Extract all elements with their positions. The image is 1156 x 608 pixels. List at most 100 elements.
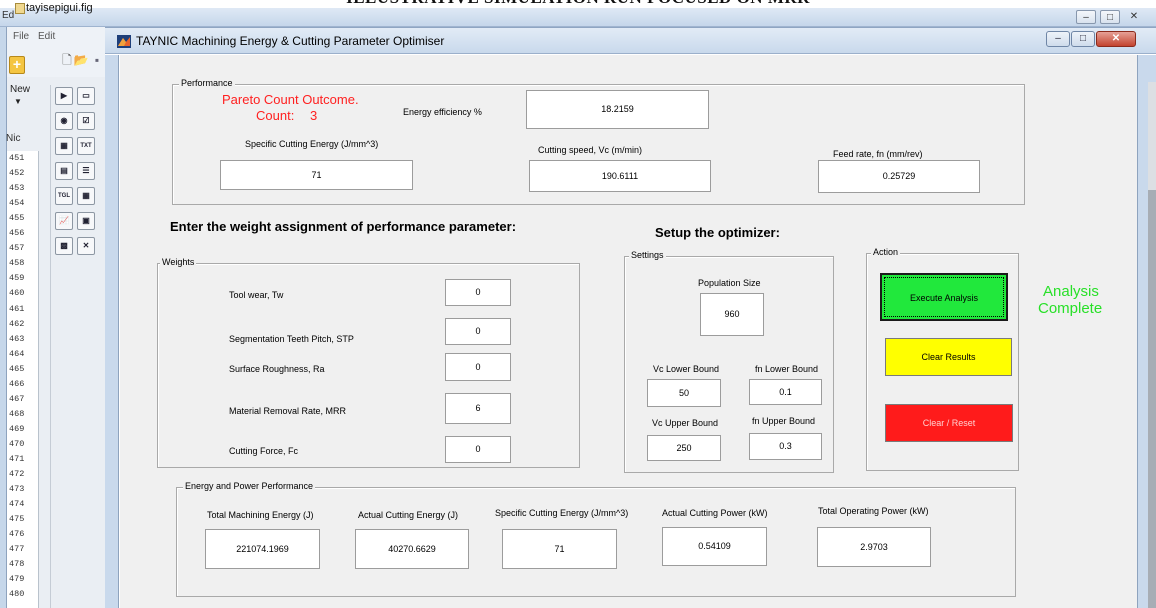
feed-rate-field[interactable]: 0.25729 (818, 160, 980, 193)
line-number: 454 (9, 198, 25, 209)
actual-cutting-power-label: Actual Cutting Power (kW) (662, 508, 768, 518)
line-number: 477 (9, 544, 25, 555)
total-operating-power-field[interactable]: 2.9703 (817, 527, 931, 567)
line-number: 468 (9, 408, 25, 419)
line-number-gutter: 451 452 453 454 455 456 457 458 459 460 461 462 463 4… (7, 151, 39, 608)
line-number: 462 (9, 318, 25, 329)
button-group-icon[interactable]: ▩ (55, 237, 73, 255)
toggle-button-icon[interactable]: TGL (55, 187, 73, 205)
material-removal-rate-input[interactable]: 6 (445, 393, 511, 424)
line-number: 455 (9, 213, 25, 224)
static-text-icon[interactable]: TXT (77, 137, 95, 155)
line-number: 453 (9, 183, 25, 194)
vc-lower-bound-input[interactable]: 50 (647, 379, 721, 407)
panel-icon[interactable]: ▣ (77, 212, 95, 230)
pareto-count-row: Count: 3 (256, 108, 317, 123)
scrollbar-thumb[interactable] (1148, 190, 1156, 608)
line-number: 474 (9, 499, 25, 510)
vc-upper-bound-input[interactable]: 250 (647, 435, 721, 461)
app-close-icon[interactable]: ✕ (1096, 31, 1136, 47)
clear-reset-button[interactable]: Clear / Reset (885, 404, 1013, 442)
guide-window-title: tayisepigui.fig (26, 2, 93, 14)
slider-icon[interactable]: ▭ (77, 87, 95, 105)
total-machining-energy-label: Total Machining Energy (J) (207, 510, 314, 520)
guide-window-titlebar[interactable] (0, 8, 1156, 27)
analysis-status-line1: Analysis (1043, 283, 1099, 300)
actual-cutting-energy-field[interactable]: 40270.6629 (355, 529, 469, 569)
popup-menu-icon[interactable]: ▤ (55, 162, 73, 180)
new-label[interactable]: New (10, 84, 30, 95)
close-icon[interactable]: ✕ (1124, 10, 1144, 24)
segmentation-teeth-pitch-input[interactable]: 0 (445, 318, 511, 345)
cutting-force-input[interactable]: 0 (445, 436, 511, 463)
guide-corner-label: Ed (2, 10, 15, 21)
line-number: 456 (9, 228, 25, 239)
weights-panel: Weights (157, 257, 580, 468)
axes-icon[interactable]: 📈 (55, 212, 73, 230)
pareto-outcome-label: Pareto Count Outcome. (222, 92, 359, 107)
pareto-count-label: Count: (256, 108, 295, 123)
line-number: 479 (9, 574, 25, 585)
clear-results-button[interactable]: Clear Results (885, 338, 1012, 376)
tool-wear-input[interactable]: 0 (445, 279, 511, 306)
line-number: 464 (9, 348, 25, 359)
cutting-speed-label: Cutting speed, Vc (m/min) (538, 145, 643, 155)
pareto-count-value: 3 (309, 108, 318, 123)
cutting-speed-field[interactable]: 190.6111 (529, 160, 711, 192)
guide-menubar: File Edit (7, 27, 105, 47)
energy-power-panel-title: Energy and Power Performance (183, 481, 316, 491)
table-icon[interactable]: ▦ (77, 187, 95, 205)
check-box-icon[interactable]: ☑ (77, 112, 95, 130)
line-number: 473 (9, 484, 25, 495)
line-number: 467 (9, 393, 25, 404)
cutting-force-label: Cutting Force, Fc (229, 446, 299, 456)
guide-window-frame (0, 27, 7, 608)
menu-file[interactable]: File (13, 31, 29, 42)
performance-panel-title: Performance (179, 78, 235, 88)
fn-upper-bound-input[interactable]: 0.3 (749, 433, 822, 460)
specific-cutting-energy-label: Specific Cutting Energy (J/mm^3) (245, 139, 379, 149)
surface-roughness-input[interactable]: 0 (445, 353, 511, 381)
edit-text-icon[interactable]: ▦ (55, 137, 73, 155)
total-operating-power-label: Total Operating Power (kW) (818, 506, 929, 516)
population-size-input[interactable]: 960 (700, 293, 764, 336)
app-maximize-icon[interactable]: □ (1071, 31, 1095, 47)
line-number: 469 (9, 423, 25, 434)
add-icon[interactable]: + (9, 56, 25, 74)
fn-lower-bound-label: fn Lower Bound (755, 364, 819, 374)
chevron-down-icon[interactable]: ▼ (14, 97, 22, 106)
save-icon[interactable]: ▪ (89, 53, 105, 69)
line-number: 470 (9, 438, 25, 449)
weights-panel-title: Weights (160, 257, 197, 267)
line-number: 461 (9, 303, 25, 314)
fn-lower-bound-input[interactable]: 0.1 (749, 379, 822, 405)
listbox-icon[interactable]: ☰ (77, 162, 95, 180)
menu-edit[interactable]: Edit (38, 31, 55, 42)
app-minimize-icon[interactable]: – (1046, 31, 1070, 47)
specific-cutting-energy-field[interactable]: 71 (220, 160, 413, 190)
line-number: 458 (9, 258, 25, 269)
push-button-icon[interactable]: ▶ (55, 87, 73, 105)
matlab-icon (117, 35, 131, 48)
activex-icon[interactable]: ✕ (77, 237, 95, 255)
maximize-icon[interactable]: □ (1100, 10, 1120, 24)
specific-cutting-energy-out-label: Specific Cutting Energy (J/mm^3) (495, 508, 629, 518)
minimize-icon[interactable]: – (1076, 10, 1096, 24)
material-removal-rate-label: Material Removal Rate, MRR (229, 406, 347, 416)
tool-wear-label: Tool wear, Tw (229, 290, 284, 300)
action-panel-title: Action (871, 247, 901, 257)
energy-efficiency-field[interactable]: 18.2159 (526, 90, 709, 129)
actual-cutting-power-field[interactable]: 0.54109 (662, 527, 767, 566)
line-number: 475 (9, 514, 25, 525)
document-heading-text: ILLUSTRATIVE SIMULATION RUN FOCUSED ON M… (0, 0, 1156, 8)
line-number: 478 (9, 559, 25, 570)
total-machining-energy-field[interactable]: 221074.1969 (205, 529, 320, 569)
analysis-status-line2: Complete (1038, 300, 1103, 317)
line-number: 466 (9, 378, 25, 389)
radio-button-icon[interactable]: ◉ (55, 112, 73, 130)
specific-cutting-energy-out-field[interactable]: 71 (502, 529, 617, 569)
execute-analysis-button[interactable]: Execute Analysis (880, 273, 1008, 321)
line-number: 463 (9, 333, 25, 344)
open-folder-icon[interactable]: 📂 (73, 53, 89, 69)
nic-label: Nic (6, 133, 21, 144)
